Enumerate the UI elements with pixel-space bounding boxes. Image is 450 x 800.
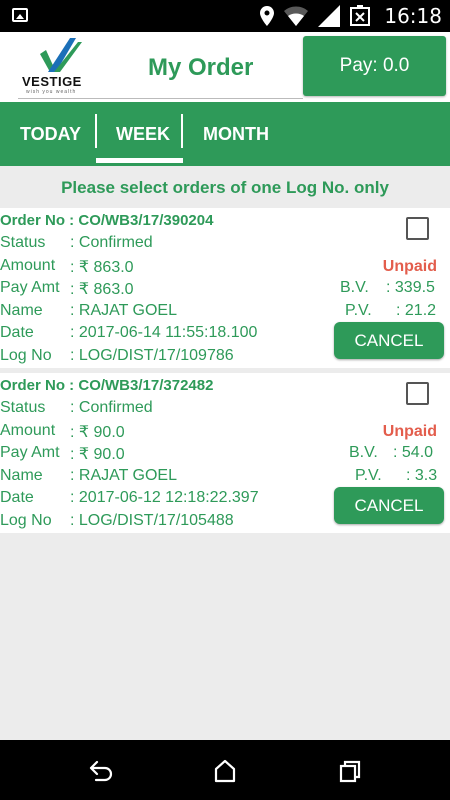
bv-label: B.V. bbox=[340, 279, 369, 296]
amount-label: Amount bbox=[0, 257, 56, 274]
payment-status-badge: Unpaid bbox=[382, 258, 437, 275]
location-icon bbox=[260, 6, 275, 26]
log-no-label: Log No bbox=[0, 512, 52, 529]
log-no-value: : LOG/DIST/17/109786 bbox=[70, 347, 234, 364]
logo-tagline: wish you wealth bbox=[26, 89, 77, 95]
date-label: Date bbox=[0, 324, 34, 341]
instruction-text: Please select orders of one Log No. only bbox=[61, 178, 389, 197]
order-number-row: Order No : CO/WB3/17/372482 bbox=[0, 377, 213, 399]
header-divider bbox=[18, 98, 303, 99]
pay-amount-value: : ₹ 863.0 bbox=[70, 281, 134, 298]
pay-amount-value: : ₹ 90.0 bbox=[70, 446, 125, 463]
status-bar: 16:18 bbox=[0, 0, 450, 32]
status-value: : Confirmed bbox=[70, 399, 153, 416]
status-time: 16:18 bbox=[384, 4, 442, 28]
order-select-checkbox[interactable] bbox=[406, 382, 429, 405]
cancel-order-button[interactable]: CANCEL bbox=[334, 487, 444, 524]
date-label: Date bbox=[0, 489, 34, 506]
log-no-label: Log No bbox=[0, 347, 52, 364]
bv-label: B.V. bbox=[349, 444, 378, 461]
pv-value: : 21.2 bbox=[396, 302, 437, 319]
gallery-notification-icon bbox=[12, 8, 28, 22]
system-nav-bar bbox=[0, 740, 450, 800]
pay-amount-label: Pay Amt bbox=[0, 279, 60, 296]
logo-brand-text: VESTIGE bbox=[22, 74, 82, 89]
wifi-icon bbox=[284, 6, 309, 26]
bv-value: : 54.0 bbox=[393, 444, 434, 461]
order-number-value: CO/WB3/17/390204 bbox=[78, 212, 214, 229]
name-label: Name bbox=[0, 302, 43, 319]
signal-icon bbox=[318, 5, 341, 27]
amount-value: : ₹ 90.0 bbox=[70, 424, 125, 441]
battery-icon bbox=[350, 5, 371, 26]
active-tab-indicator bbox=[96, 158, 183, 163]
payment-status-badge: Unpaid bbox=[382, 423, 437, 440]
pay-button[interactable]: Pay: 0.0 bbox=[303, 36, 446, 96]
pay-amount-label: Pay Amt bbox=[0, 444, 60, 461]
page-title: My Order bbox=[148, 54, 254, 81]
amount-label: Amount bbox=[0, 422, 56, 439]
order-number-row: Order No : CO/WB3/17/390204 bbox=[0, 212, 213, 234]
log-no-value: : LOG/DIST/17/105488 bbox=[70, 512, 234, 529]
order-card: Order No : CO/WB3/17/372482 Status : Con… bbox=[0, 373, 450, 533]
date-value: : 2017-06-14 11:55:18.100 bbox=[70, 324, 258, 341]
app-header: VESTIGE wish you wealth My Order Pay: 0.… bbox=[0, 32, 450, 102]
order-number-value: CO/WB3/17/372482 bbox=[78, 377, 214, 394]
amount-value: : ₹ 863.0 bbox=[70, 259, 134, 276]
order-card: Order No : CO/WB3/17/390204 Status : Con… bbox=[0, 208, 450, 368]
status-value: : Confirmed bbox=[70, 234, 153, 251]
pv-value: : 3.3 bbox=[406, 467, 438, 484]
tab-week[interactable]: WEEK bbox=[116, 102, 170, 166]
logo-check-icon bbox=[40, 38, 82, 72]
tab-divider bbox=[95, 114, 97, 148]
vestige-logo: VESTIGE wish you wealth bbox=[18, 36, 88, 98]
tab-divider bbox=[181, 114, 183, 148]
order-number-label: Order No : bbox=[0, 377, 75, 394]
bv-value: : 339.5 bbox=[386, 279, 435, 296]
name-label: Name bbox=[0, 467, 43, 484]
cancel-order-button[interactable]: CANCEL bbox=[334, 322, 444, 359]
date-value: : 2017-06-12 12:18:22.397 bbox=[70, 489, 259, 506]
name-value: : RAJAT GOEL bbox=[70, 467, 177, 484]
pv-label: P.V. bbox=[355, 467, 382, 484]
tab-month[interactable]: MONTH bbox=[203, 102, 269, 166]
tab-today[interactable]: TODAY bbox=[20, 102, 81, 166]
order-select-checkbox[interactable] bbox=[406, 217, 429, 240]
recent-apps-icon[interactable] bbox=[337, 758, 363, 784]
status-icons: 16:18 bbox=[260, 4, 442, 28]
name-value: : RAJAT GOEL bbox=[70, 302, 177, 319]
pv-label: P.V. bbox=[345, 302, 372, 319]
back-icon[interactable] bbox=[88, 758, 114, 784]
order-number-label: Order No : bbox=[0, 212, 75, 229]
status-label: Status bbox=[0, 234, 46, 251]
home-icon[interactable] bbox=[212, 758, 238, 784]
period-tabs: TODAY WEEK MONTH bbox=[0, 102, 450, 166]
status-label: Status bbox=[0, 399, 46, 416]
